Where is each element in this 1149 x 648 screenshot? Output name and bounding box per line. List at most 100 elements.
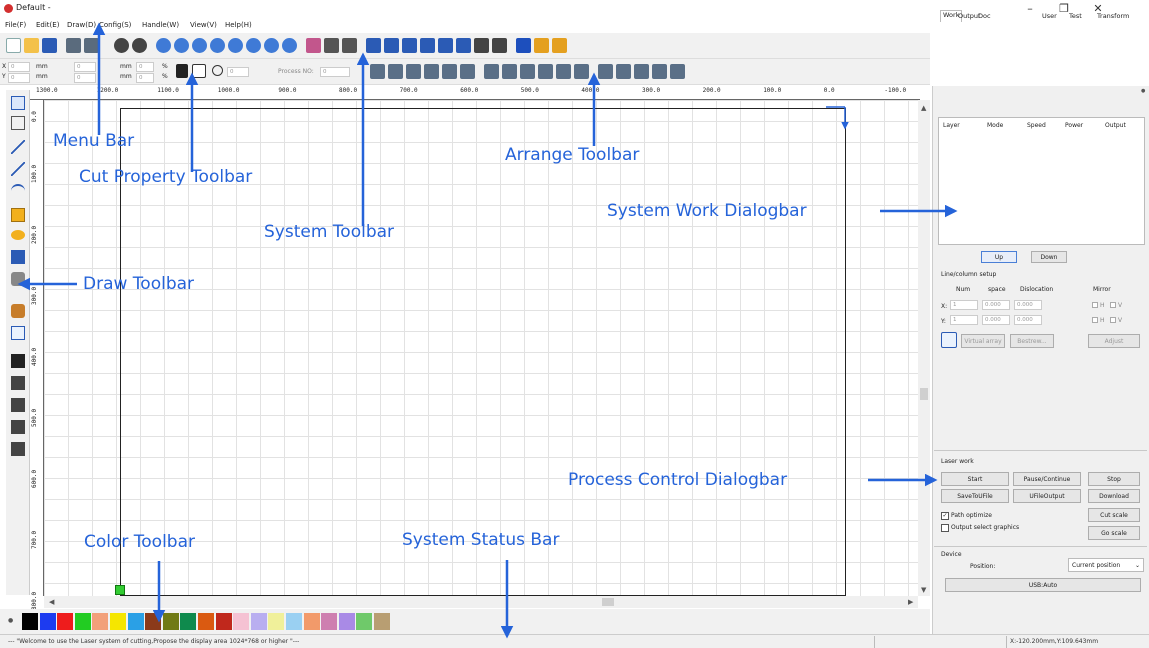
vertical-scroll-thumb[interactable] (920, 388, 928, 400)
horizontal-scroll-thumb[interactable] (602, 598, 614, 606)
menu-help[interactable]: Help(H) (225, 21, 252, 29)
export-icon[interactable] (84, 38, 99, 53)
download-button[interactable]: Download (1088, 489, 1140, 503)
stop-button[interactable]: Stop (1088, 472, 1140, 486)
same-size-icon[interactable] (556, 64, 571, 79)
rotate-input[interactable]: 0 (227, 67, 249, 77)
path-optimize-checkbox[interactable]: ✓ (941, 512, 949, 520)
scroll-down-icon[interactable]: ▼ (921, 586, 926, 594)
tab-user[interactable]: User (1042, 12, 1057, 20)
mirror-h-y-checkbox[interactable] (1092, 317, 1098, 323)
color-swatch[interactable] (233, 613, 250, 630)
grid-array-icon[interactable] (11, 442, 25, 456)
zoom-all-icon[interactable] (246, 38, 261, 53)
same-width-icon[interactable] (520, 64, 535, 79)
combine-icon[interactable] (420, 38, 435, 53)
output-select-checkbox[interactable] (941, 524, 949, 532)
rectangle-tool-icon[interactable] (11, 208, 25, 222)
start-button[interactable]: Start (941, 472, 1009, 486)
align-top-icon[interactable] (406, 64, 421, 79)
color-swatch[interactable] (22, 613, 38, 630)
tab-test[interactable]: Test (1069, 12, 1082, 20)
menu-edit[interactable]: Edit(E) (36, 21, 59, 29)
polyline-tool-icon[interactable] (11, 162, 25, 176)
color-star-icon[interactable] (534, 38, 549, 53)
color-swatch[interactable] (303, 613, 320, 630)
width-percent-input[interactable]: 0 (136, 62, 154, 72)
select-arrow-icon[interactable] (11, 96, 25, 110)
color-swatch[interactable] (57, 613, 74, 630)
x-num-input[interactable]: 1 (950, 300, 978, 310)
tab-transform[interactable]: Transform (1097, 12, 1129, 20)
delete-icon[interactable] (11, 354, 25, 368)
cut-scale-button[interactable]: Cut scale (1088, 508, 1140, 522)
menu-draw[interactable]: Draw(D) (67, 21, 96, 29)
bitmap-handle-icon[interactable] (552, 38, 567, 53)
width-input[interactable]: 0 (74, 62, 96, 72)
text-tool-icon[interactable] (11, 250, 25, 264)
undo-icon[interactable] (114, 38, 129, 53)
save-icon[interactable] (42, 38, 57, 53)
direction-icon[interactable] (384, 38, 399, 53)
break-apart-icon[interactable] (438, 38, 453, 53)
position-select[interactable]: Current position ⌄ (1068, 558, 1144, 572)
ellipse-tool-icon[interactable] (11, 230, 25, 240)
save-to-ufile-button[interactable]: SaveToUFile (941, 489, 1009, 503)
x-coord-input[interactable]: 0 (8, 62, 30, 72)
center-page-icon[interactable] (574, 64, 589, 79)
page-bottom-right-icon[interactable] (634, 64, 649, 79)
y-space-input[interactable]: 0.000 (982, 315, 1010, 325)
preview-icon[interactable] (492, 38, 507, 53)
redo-icon[interactable] (132, 38, 147, 53)
zoom-window-icon[interactable] (192, 38, 207, 53)
distribute-v-icon[interactable] (502, 64, 517, 79)
color-swatch[interactable] (92, 613, 109, 630)
page-top-left-icon[interactable] (598, 64, 613, 79)
process-no-input[interactable]: 0 (320, 67, 350, 77)
select-frame-icon[interactable] (306, 38, 321, 53)
menu-file[interactable]: File(F) (5, 21, 26, 29)
curve-smooth-icon[interactable] (366, 38, 381, 53)
color-swatch[interactable] (215, 613, 232, 630)
up-button[interactable]: Up (981, 251, 1017, 263)
height-percent-input[interactable]: 0 (136, 73, 154, 83)
mirror-h-icon[interactable] (11, 376, 25, 390)
bitmap-tool-icon[interactable] (11, 304, 25, 318)
color-swatch[interactable] (338, 613, 355, 630)
open-folder-icon[interactable] (24, 38, 39, 53)
y-dislocation-input[interactable]: 0.000 (1014, 315, 1042, 325)
x-space-input[interactable]: 0.000 (982, 300, 1010, 310)
scroll-up-icon[interactable]: ▲ (921, 104, 926, 112)
page-top-right-icon[interactable] (616, 64, 631, 79)
import-icon[interactable] (66, 38, 81, 53)
align-left-icon[interactable] (370, 64, 385, 79)
color-swatch[interactable] (110, 613, 126, 630)
zoom-page-icon[interactable] (210, 38, 225, 53)
tab-doc[interactable]: Doc (978, 12, 991, 20)
align-bottom-icon[interactable] (424, 64, 439, 79)
scroll-right-icon[interactable]: ▶ (908, 598, 913, 606)
zoom-out-icon[interactable] (174, 38, 189, 53)
zoom-in-icon[interactable] (156, 38, 171, 53)
color-swatch[interactable] (180, 613, 197, 630)
pause-continue-button[interactable]: Pause/Continue (1013, 472, 1081, 486)
size-mode-icon[interactable] (192, 64, 206, 78)
color-swatch[interactable] (321, 613, 338, 630)
layer-grid[interactable]: Layer Mode Speed Power Output (938, 117, 1145, 245)
rotate-icon[interactable] (212, 65, 223, 76)
adjust-button[interactable]: Adjust (1088, 334, 1140, 348)
vertical-scrollbar[interactable] (918, 100, 930, 596)
color-swatch[interactable] (39, 613, 56, 630)
color-swatch[interactable] (250, 613, 267, 630)
zoom-fit-icon[interactable] (264, 38, 279, 53)
new-file-icon[interactable] (6, 38, 21, 53)
zoom-select-icon[interactable] (228, 38, 243, 53)
usb-auto-button[interactable]: USB:Auto (945, 578, 1141, 592)
x-dislocation-input[interactable]: 0.000 (1014, 300, 1042, 310)
color-swatch[interactable] (268, 613, 285, 630)
mirror-v-x-checkbox[interactable] (1110, 302, 1116, 308)
distribute-h-icon[interactable] (484, 64, 499, 79)
line-tool-icon[interactable] (11, 140, 25, 154)
laser-head-icon[interactable] (474, 38, 489, 53)
close-path-icon[interactable] (402, 38, 417, 53)
